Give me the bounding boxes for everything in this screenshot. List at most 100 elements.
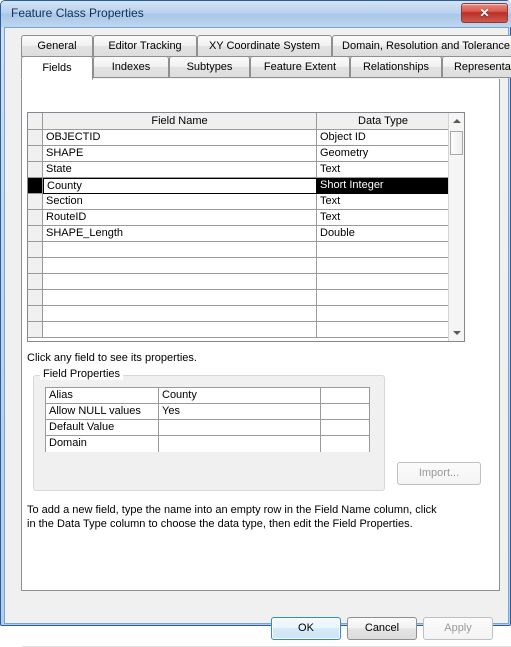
tab-indexes[interactable]: Indexes	[93, 56, 169, 78]
data-type-cell[interactable]	[317, 290, 450, 306]
row-selector[interactable]	[28, 146, 43, 162]
header-field-name[interactable]: Field Name	[43, 113, 317, 130]
data-type-cell[interactable]: Geometry	[317, 146, 450, 162]
row-selector[interactable]	[28, 274, 43, 290]
row-selector[interactable]	[28, 194, 43, 210]
tab-xy-coordinate-system[interactable]: XY Coordinate System	[197, 35, 332, 57]
click-field-hint: Click any field to see its properties.	[27, 352, 197, 364]
field-properties-table[interactable]: Alias County Allow NULL values Yes Default V…	[45, 387, 370, 452]
tab-subtypes[interactable]: Subtypes	[169, 56, 250, 78]
field-row[interactable]: OBJECTID Object ID	[28, 130, 450, 146]
field-grid-body: OBJECTID Object ID SHAPE Geometry State Text C…	[28, 130, 450, 341]
tab-domain-resolution-and-tolerance[interactable]: Domain, Resolution and Tolerance	[332, 35, 511, 57]
field-name-cell[interactable]: RouteID	[43, 210, 317, 226]
field-name-cell[interactable]	[43, 306, 317, 322]
field-row[interactable]	[28, 306, 450, 322]
field-row[interactable]	[28, 258, 450, 274]
tab-general[interactable]: General	[21, 35, 93, 57]
property-value[interactable]: County	[159, 388, 321, 404]
tab-fields[interactable]: Fields	[21, 56, 93, 80]
row-selector[interactable]	[28, 226, 43, 242]
row-selector[interactable]	[28, 258, 43, 274]
row-selector[interactable]	[28, 322, 43, 338]
data-type-cell[interactable]: Double	[317, 226, 450, 242]
field-name-cell[interactable]: Section	[43, 194, 317, 210]
data-type-cell[interactable]: Text	[317, 210, 450, 226]
row-selector[interactable]	[28, 162, 43, 178]
field-row[interactable]: Section Text	[28, 194, 450, 210]
data-type-cell[interactable]	[317, 242, 450, 258]
field-properties-groupbox: Alias County Allow NULL values Yes Default V…	[33, 375, 385, 491]
data-type-cell[interactable]: Text	[317, 162, 450, 178]
apply-button[interactable]: Apply	[423, 617, 493, 640]
field-row[interactable]	[28, 290, 450, 306]
field-row[interactable]: State Text	[28, 162, 450, 178]
property-value[interactable]	[159, 420, 321, 436]
data-type-cell[interactable]: Object ID	[317, 130, 450, 146]
feature-class-properties-dialog: Feature Class Properties ✕ General Editor…	[0, 0, 511, 647]
fields-tab-page: Field Name Data Type OBJECTID Object ID SH…	[21, 79, 511, 647]
field-row[interactable]: RouteID Text	[28, 210, 450, 226]
field-row[interactable]	[28, 274, 450, 290]
data-type-cell[interactable]	[317, 258, 450, 274]
field-name-cell[interactable]: SHAPE	[43, 146, 317, 162]
field-row[interactable]: SHAPE Geometry	[28, 146, 450, 162]
property-value[interactable]	[159, 436, 321, 452]
cancel-button[interactable]: Cancel	[347, 617, 417, 640]
field-name-cell[interactable]	[43, 274, 317, 290]
header-data-type[interactable]: Data Type	[317, 113, 450, 130]
data-type-cell[interactable]	[317, 274, 450, 290]
property-label: Default Value	[46, 420, 159, 436]
field-row[interactable]	[28, 242, 450, 258]
field-name-cell[interactable]	[43, 290, 317, 306]
window-title: Feature Class Properties	[11, 6, 144, 20]
property-extra[interactable]	[321, 420, 369, 436]
field-name-cell[interactable]: OBJECTID	[43, 130, 317, 146]
field-row[interactable]	[28, 322, 450, 338]
property-extra[interactable]	[321, 404, 369, 420]
field-property-row[interactable]: Domain	[46, 436, 369, 452]
field-name-cell[interactable]	[43, 322, 317, 338]
field-name-cell[interactable]: County	[43, 178, 317, 194]
tab-editor-tracking[interactable]: Editor Tracking	[93, 35, 197, 57]
row-selector[interactable]	[28, 210, 43, 226]
data-type-cell[interactable]: Text	[317, 194, 450, 210]
field-name-cell[interactable]	[43, 258, 317, 274]
row-selector[interactable]	[28, 130, 43, 146]
scroll-down-icon[interactable]	[449, 325, 464, 341]
data-type-cell[interactable]: Short Integer	[317, 178, 450, 194]
tab-feature-extent[interactable]: Feature Extent	[250, 56, 350, 78]
property-value[interactable]: Yes	[159, 404, 321, 420]
property-label: Domain	[46, 436, 159, 452]
import-button[interactable]: Import...	[397, 462, 481, 485]
field-name-cell[interactable]: State	[43, 162, 317, 178]
field-name-cell[interactable]: SHAPE_Length	[43, 226, 317, 242]
tab-representations[interactable]: Representations	[442, 56, 511, 78]
field-grid-header: Field Name Data Type	[28, 113, 464, 130]
data-type-cell[interactable]	[317, 306, 450, 322]
row-selector[interactable]	[28, 178, 43, 194]
field-property-row[interactable]: Default Value	[46, 420, 369, 436]
field-properties-group-title: Field Properties	[40, 368, 124, 380]
property-extra[interactable]	[321, 436, 369, 452]
field-property-row[interactable]: Alias County	[46, 388, 369, 404]
ok-button[interactable]: OK	[271, 617, 341, 640]
tab-strip: General Editor Tracking XY Coordinate Syst…	[21, 35, 511, 80]
row-selector[interactable]	[28, 242, 43, 258]
scrollbar-thumb[interactable]	[450, 131, 463, 155]
row-selector[interactable]	[28, 306, 43, 322]
field-grid[interactable]: Field Name Data Type OBJECTID Object ID SH…	[27, 112, 465, 342]
close-icon: ✕	[479, 6, 490, 20]
scroll-up-icon[interactable]	[449, 113, 464, 129]
close-button[interactable]: ✕	[461, 3, 508, 23]
tab-relationships[interactable]: Relationships	[350, 56, 442, 78]
field-name-cell[interactable]	[43, 242, 317, 258]
field-row[interactable]: SHAPE_Length Double	[28, 226, 450, 242]
data-type-cell[interactable]	[317, 322, 450, 338]
field-grid-scrollbar[interactable]	[448, 113, 464, 341]
field-row[interactable]: County Short Integer	[28, 178, 450, 194]
title-bar[interactable]: Feature Class Properties ✕	[1, 1, 511, 27]
field-property-row[interactable]: Allow NULL values Yes	[46, 404, 369, 420]
property-extra[interactable]	[321, 388, 369, 404]
row-selector[interactable]	[28, 290, 43, 306]
